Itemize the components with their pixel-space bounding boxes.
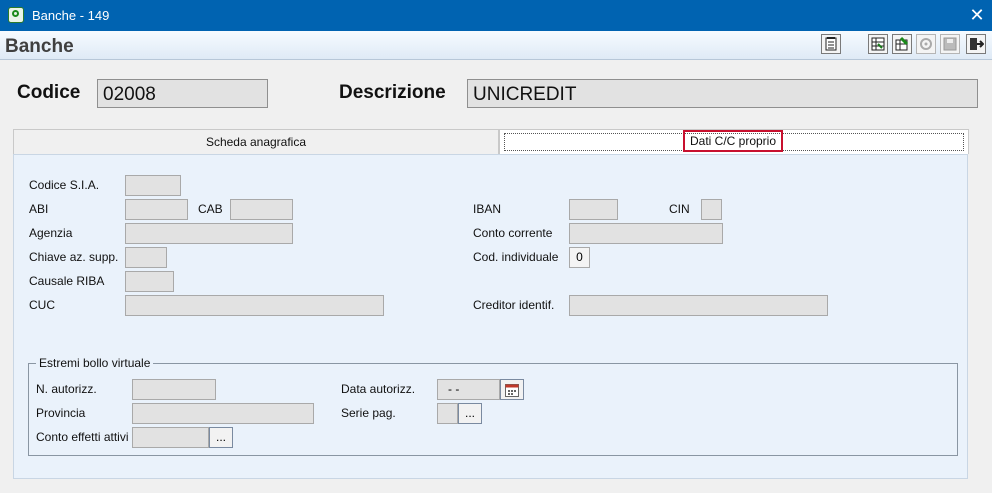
conto-effetti-field[interactable] — [132, 427, 209, 448]
n-autorizz-label: N. autorizz. — [36, 382, 97, 396]
creditor-label: Creditor identif. — [473, 298, 555, 312]
code-label: Codice — [17, 82, 81, 103]
agenzia-field[interactable] — [125, 223, 293, 244]
cod-individuale-label: Cod. individuale — [473, 250, 559, 264]
conto-effetti-lookup-button[interactable]: ... — [209, 427, 233, 448]
code-field[interactable]: 02008 — [97, 79, 268, 108]
data-autorizz-label: Data autorizz. — [341, 382, 416, 396]
settings-button[interactable] — [916, 34, 936, 54]
description-field[interactable]: UNICREDIT — [467, 79, 978, 108]
causale-label: Causale RIBA — [29, 274, 105, 288]
tab-label-highlight: Dati C/C proprio — [683, 130, 783, 152]
chiave-field[interactable] — [125, 247, 167, 268]
chiave-label: Chiave az. supp. — [29, 250, 119, 264]
serie-pag-field[interactable] — [437, 403, 458, 424]
exit-door-icon — [970, 38, 984, 50]
codice-sia-field[interactable] — [125, 175, 181, 196]
iban-label: IBAN — [473, 202, 502, 216]
abi-label: ABI — [29, 202, 49, 216]
exit-button[interactable] — [966, 34, 986, 54]
report-icon — [825, 37, 837, 51]
provincia-label: Provincia — [36, 406, 86, 420]
conto-effetti-label: Conto effetti attivi — [36, 430, 129, 444]
close-icon[interactable]: ✕ — [966, 4, 988, 26]
tab-label: Scheda anagrafica — [205, 135, 307, 149]
window-title: Banche - 149 — [32, 8, 110, 23]
cin-field[interactable] — [701, 199, 722, 220]
causale-field[interactable] — [125, 271, 174, 292]
spreadsheet-edit-icon — [895, 36, 909, 51]
cin-label: CIN — [669, 202, 690, 216]
iban-field[interactable] — [569, 199, 618, 220]
cuc-field[interactable] — [125, 295, 384, 316]
save-button[interactable] — [940, 34, 960, 54]
data-autorizz-field[interactable]: - - — [437, 379, 500, 400]
spreadsheet-button[interactable] — [868, 34, 888, 54]
tab-label: Dati C/C proprio — [689, 134, 777, 148]
calendar-icon — [505, 384, 519, 397]
app-icon — [8, 7, 24, 23]
spreadsheet-edit-button[interactable] — [892, 34, 912, 54]
calendar-button[interactable] — [500, 379, 524, 400]
cab-field[interactable] — [230, 199, 293, 220]
window-titlebar: Banche - 149 ✕ — [0, 0, 992, 31]
tab-scheda-anagrafica[interactable]: Scheda anagrafica — [13, 129, 499, 154]
serie-pag-label: Serie pag. — [341, 406, 396, 420]
bollo-group-title: Estremi bollo virtuale — [36, 356, 154, 370]
floppy-icon — [943, 37, 957, 51]
codice-sia-label: Codice S.I.A. — [29, 178, 100, 192]
report-button[interactable] — [821, 34, 841, 54]
agenzia-label: Agenzia — [29, 226, 73, 240]
description-label: Descrizione — [339, 82, 446, 103]
provincia-field[interactable] — [132, 403, 314, 424]
creditor-field[interactable] — [569, 295, 828, 316]
abi-field[interactable] — [125, 199, 188, 220]
page-header — [0, 31, 992, 60]
spreadsheet-icon — [871, 37, 885, 51]
conto-label: Conto corrente — [473, 226, 553, 240]
conto-field[interactable] — [569, 223, 723, 244]
cod-individuale-field[interactable]: 0 — [569, 247, 590, 268]
gear-icon — [920, 38, 932, 50]
cuc-label: CUC — [29, 298, 55, 312]
page-title: Banche — [5, 36, 74, 57]
n-autorizz-field[interactable] — [132, 379, 216, 400]
serie-pag-lookup-button[interactable]: ... — [458, 403, 482, 424]
cab-label: CAB — [198, 202, 223, 216]
